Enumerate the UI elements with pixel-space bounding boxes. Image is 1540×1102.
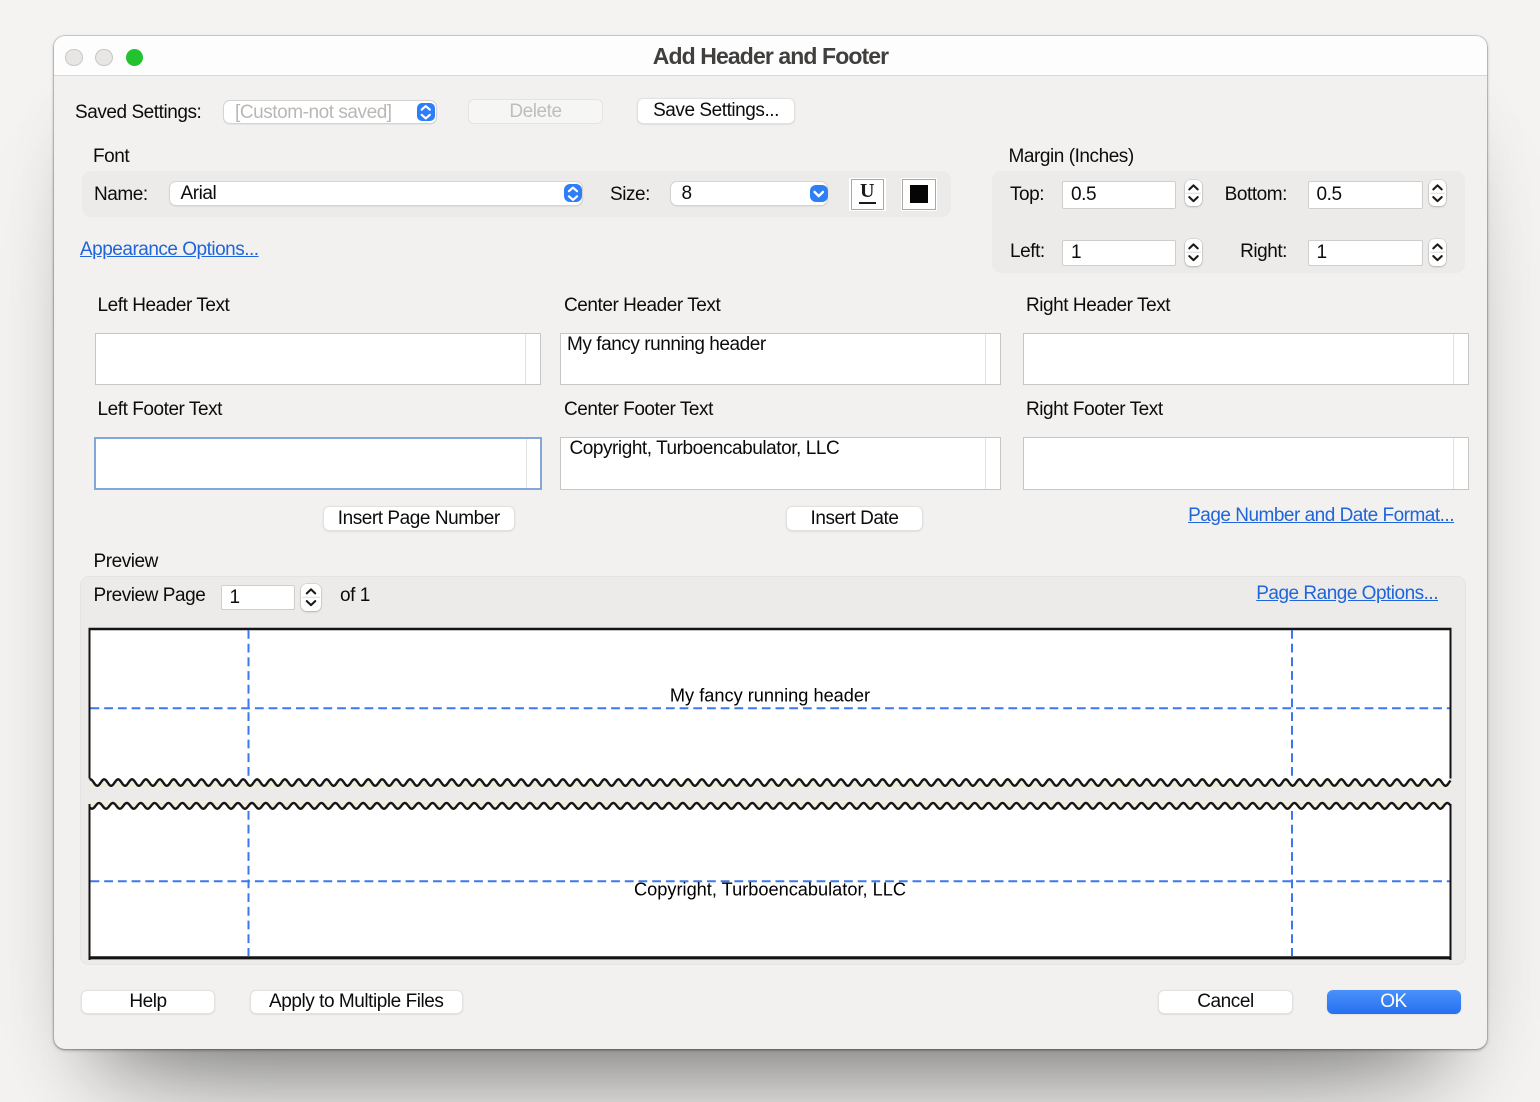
svg-text:My fancy running header: My fancy running header [670,686,870,706]
svg-text:Copyright, Turboencabulator, L: Copyright, Turboencabulator, LLC [634,880,906,900]
